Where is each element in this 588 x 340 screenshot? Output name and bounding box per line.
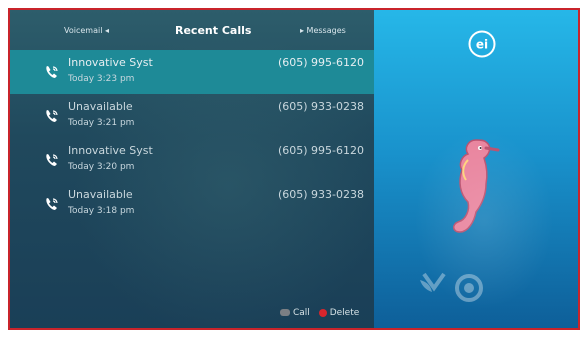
red-key-icon — [318, 308, 327, 317]
messages-tab[interactable]: ▸ Messages — [300, 26, 346, 35]
call-time: Today 3:18 pm — [68, 206, 135, 216]
caller-name: Innovative Syst — [68, 144, 153, 157]
call-row[interactable]: Innovative Syst Today 3:20 pm (605) 995-… — [10, 138, 374, 182]
call-time: Today 3:23 pm — [68, 74, 135, 84]
call-action[interactable]: Call — [280, 308, 313, 318]
phone-icon — [46, 110, 58, 122]
video-preview-panel: ei — [374, 10, 578, 328]
voicemail-tab[interactable]: Voicemail ◂ — [64, 26, 109, 35]
call-label: Call — [293, 308, 310, 318]
call-key-icon — [280, 309, 290, 316]
caller-name: Unavailable — [68, 188, 133, 201]
call-time: Today 3:21 pm — [68, 118, 135, 128]
delete-label: Delete — [329, 308, 360, 318]
call-row[interactable]: Innovative Syst Today 3:23 pm (605) 995-… — [10, 50, 374, 94]
caller-name: Unavailable — [68, 100, 133, 113]
page-title: Recent Calls — [175, 24, 252, 37]
phone-number: (605) 995-6120 — [277, 144, 364, 157]
action-bar: Call Delete — [280, 308, 359, 318]
phone-number: (605) 995-6120 — [277, 56, 364, 69]
phone-icon — [46, 198, 58, 210]
ei-logo-icon: ei — [468, 30, 496, 58]
caller-name: Innovative Syst — [68, 56, 153, 69]
phone-icon — [46, 154, 58, 166]
call-row[interactable]: Unavailable Today 3:21 pm (605) 933-0238 — [10, 94, 374, 138]
panel-header: Voicemail ◂ Recent Calls ▸ Messages — [10, 10, 374, 48]
phone-icon — [46, 66, 58, 78]
recent-calls-panel: Voicemail ◂ Recent Calls ▸ Messages Inno… — [10, 10, 374, 328]
call-time: Today 3:20 pm — [68, 162, 135, 172]
phone-number: (605) 933-0238 — [277, 188, 364, 201]
network-logos — [420, 272, 483, 302]
tv-screen-frame: Voicemail ◂ Recent Calls ▸ Messages Inno… — [8, 8, 580, 330]
delete-action[interactable]: Delete — [313, 308, 360, 318]
logo-text: ei — [476, 38, 488, 52]
seahorse-image — [453, 139, 500, 233]
call-row[interactable]: Unavailable Today 3:18 pm (605) 933-0238 — [10, 182, 374, 226]
phone-number: (605) 933-0238 — [277, 100, 364, 113]
